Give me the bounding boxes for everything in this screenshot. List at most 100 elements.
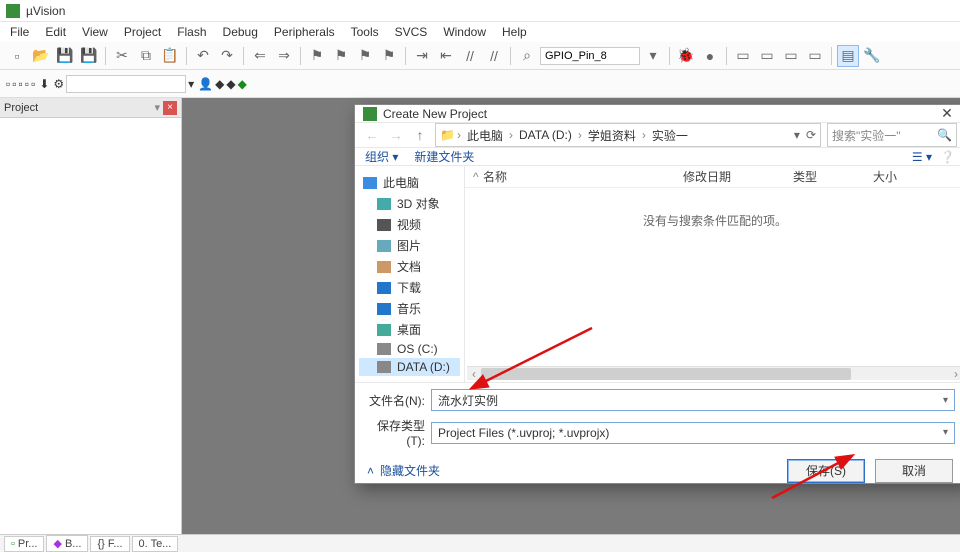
menu-tools[interactable]: Tools bbox=[345, 23, 385, 41]
filename-input[interactable]: 流水灯实例 ▾ bbox=[431, 389, 955, 411]
cut-icon[interactable]: ✂ bbox=[111, 45, 133, 67]
find-icon[interactable]: ⌕ bbox=[516, 45, 538, 67]
rte-icon[interactable]: ◆ bbox=[238, 77, 247, 91]
menu-edit[interactable]: Edit bbox=[39, 23, 72, 41]
toolbox-icon[interactable]: ▤ bbox=[837, 45, 859, 67]
indent-icon[interactable]: ⇥ bbox=[411, 45, 433, 67]
window2-icon[interactable]: ▭ bbox=[756, 45, 778, 67]
menu-help[interactable]: Help bbox=[496, 23, 533, 41]
cancel-button[interactable]: 取消 bbox=[875, 459, 953, 483]
paste-icon[interactable]: 📋 bbox=[159, 45, 181, 67]
bottom-tab-project[interactable]: ▫Pr... bbox=[4, 536, 44, 552]
build-icon[interactable]: ▫ bbox=[12, 77, 16, 91]
menu-svcs[interactable]: SVCS bbox=[389, 23, 434, 41]
save-button[interactable]: 保存(S) bbox=[787, 459, 865, 483]
refresh-icon[interactable]: ⟳ bbox=[806, 128, 816, 142]
menu-project[interactable]: Project bbox=[118, 23, 167, 41]
panel-dropdown-icon[interactable]: ▾ bbox=[154, 101, 160, 114]
window1-icon[interactable]: ▭ bbox=[732, 45, 754, 67]
target-dropdown-icon[interactable]: ▾ bbox=[188, 77, 194, 91]
panel-close-icon[interactable]: × bbox=[163, 101, 177, 115]
crumb-pc[interactable]: 此电脑 bbox=[463, 127, 507, 144]
menu-view[interactable]: View bbox=[76, 23, 114, 41]
crumb-drive[interactable]: DATA (D:) bbox=[515, 128, 576, 142]
tree-item-pc[interactable]: 此电脑 bbox=[359, 172, 460, 193]
outdent-icon[interactable]: ⇤ bbox=[435, 45, 457, 67]
save-all-icon[interactable]: 💾 bbox=[78, 45, 100, 67]
search-dropdown-icon[interactable]: ▾ bbox=[642, 45, 664, 67]
horizontal-scrollbar[interactable]: ‹ › bbox=[467, 366, 960, 380]
crumb-folder2[interactable]: 实验一 bbox=[648, 127, 692, 144]
tree-item-download[interactable]: 下载 bbox=[359, 277, 460, 298]
nav-back-icon[interactable]: ← bbox=[363, 127, 381, 143]
organize-button[interactable]: 组织 ▾ bbox=[365, 148, 398, 165]
bottom-tab-books[interactable]: ◆B... bbox=[46, 535, 88, 552]
undo-icon[interactable]: ↶ bbox=[192, 45, 214, 67]
save-icon[interactable]: 💾 bbox=[54, 45, 76, 67]
tree-item-desktop[interactable]: 桌面 bbox=[359, 319, 460, 340]
filename-dropdown-icon[interactable]: ▾ bbox=[943, 395, 948, 406]
new-file-icon[interactable]: ▫ bbox=[6, 45, 28, 67]
bookmark-icon[interactable]: ⚑ bbox=[306, 45, 328, 67]
manage-icon[interactable]: 👤 bbox=[198, 77, 213, 91]
nav-back-icon[interactable]: ⇐ bbox=[249, 45, 271, 67]
books-icon[interactable]: ◆ bbox=[226, 77, 235, 91]
tree-item-doc[interactable]: 文档 bbox=[359, 256, 460, 277]
bottom-tab-functions[interactable]: {} F... bbox=[90, 536, 129, 552]
translate-icon[interactable]: ▫ bbox=[6, 77, 10, 91]
tree-item-datad[interactable]: DATA (D:) bbox=[359, 358, 460, 376]
copy-icon[interactable]: ⧉ bbox=[135, 45, 157, 67]
bottom-tab-templates[interactable]: 0. Te... bbox=[132, 536, 179, 552]
breakpoint-icon[interactable]: ● bbox=[699, 45, 721, 67]
nav-fwd-icon[interactable]: ⇒ bbox=[273, 45, 295, 67]
menu-debug[interactable]: Debug bbox=[217, 23, 264, 41]
chevron-up-icon[interactable]: ˄ bbox=[367, 464, 374, 478]
window4-icon[interactable]: ▭ bbox=[804, 45, 826, 67]
download-icon[interactable]: ⬇ bbox=[39, 77, 49, 91]
stop-build-icon[interactable]: ▫ bbox=[31, 77, 35, 91]
nav-up-icon[interactable]: ↑ bbox=[411, 127, 429, 143]
col-date[interactable]: 修改日期 bbox=[683, 168, 793, 185]
tree-item-osc[interactable]: OS (C:) bbox=[359, 340, 460, 358]
menu-window[interactable]: Window bbox=[437, 23, 492, 41]
menu-peripherals[interactable]: Peripherals bbox=[268, 23, 341, 41]
hide-folders-link[interactable]: 隐藏文件夹 bbox=[380, 462, 440, 479]
col-name[interactable]: 名称 bbox=[483, 168, 683, 185]
nav-forward-icon[interactable]: → bbox=[387, 127, 405, 143]
new-folder-button[interactable]: 新建文件夹 bbox=[414, 148, 474, 165]
tree-item-music[interactable]: 音乐 bbox=[359, 298, 460, 319]
col-size[interactable]: 大小 bbox=[873, 168, 957, 185]
bookmark-prev-icon[interactable]: ⚑ bbox=[330, 45, 352, 67]
menu-flash[interactable]: Flash bbox=[171, 23, 212, 41]
dialog-search-input[interactable]: 搜索"实验一" 🔍 bbox=[827, 123, 957, 147]
tree-item-3d[interactable]: 3D 对象 bbox=[359, 193, 460, 214]
view-mode-icon[interactable]: ☰ ▾ bbox=[912, 150, 932, 164]
filetype-select[interactable]: Project Files (*.uvproj; *.uvprojx) ▾ bbox=[431, 422, 955, 444]
open-icon[interactable]: 📂 bbox=[30, 45, 52, 67]
help-icon[interactable]: ❔ bbox=[940, 150, 955, 164]
search-input[interactable] bbox=[540, 47, 640, 65]
uncomment-icon[interactable]: // bbox=[483, 45, 505, 67]
scroll-left-icon[interactable]: ‹ bbox=[467, 367, 481, 381]
tree-item-video[interactable]: 视频 bbox=[359, 214, 460, 235]
comment-icon[interactable]: // bbox=[459, 45, 481, 67]
debug-icon[interactable]: 🐞 bbox=[675, 45, 697, 67]
window3-icon[interactable]: ▭ bbox=[780, 45, 802, 67]
bookmark-clear-icon[interactable]: ⚑ bbox=[378, 45, 400, 67]
breadcrumb-dropdown-icon[interactable]: ▾ bbox=[794, 128, 800, 142]
breadcrumb[interactable]: 📁 › 此电脑 › DATA (D:) › 学姐资料 › 实验一 ▾ ⟳ bbox=[435, 123, 821, 147]
target-options-icon[interactable]: ⚙ bbox=[53, 77, 64, 91]
bookmark-next-icon[interactable]: ⚑ bbox=[354, 45, 376, 67]
rebuild-icon[interactable]: ▫ bbox=[19, 77, 23, 91]
scroll-right-icon[interactable]: › bbox=[949, 367, 960, 381]
scroll-thumb[interactable] bbox=[481, 368, 851, 380]
redo-icon[interactable]: ↷ bbox=[216, 45, 238, 67]
folder-tree[interactable]: 此电脑 3D 对象 视频 图片 文档 下载 音乐 桌面 OS (C:) DATA… bbox=[355, 166, 465, 382]
dialog-close-icon[interactable]: ✕ bbox=[937, 105, 957, 122]
project-tree[interactable] bbox=[0, 118, 181, 534]
pack-icon[interactable]: ◆ bbox=[215, 77, 224, 91]
config-icon[interactable]: 🔧 bbox=[861, 45, 883, 67]
tree-item-image[interactable]: 图片 bbox=[359, 235, 460, 256]
crumb-folder1[interactable]: 学姐资料 bbox=[584, 127, 640, 144]
filetype-dropdown-icon[interactable]: ▾ bbox=[943, 427, 948, 438]
